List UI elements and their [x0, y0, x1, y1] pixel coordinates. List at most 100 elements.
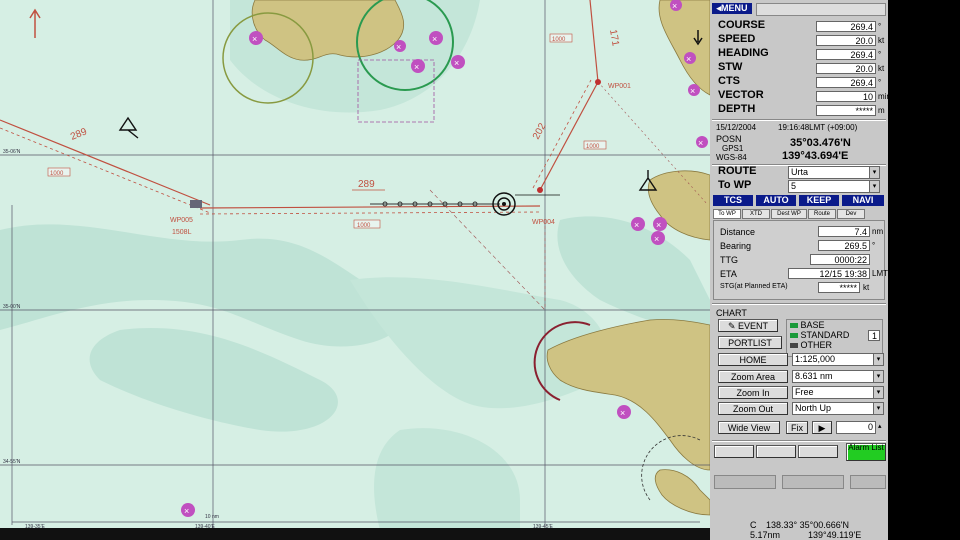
- vector-label: VECTOR: [718, 89, 764, 101]
- level-base[interactable]: BASE: [790, 320, 825, 330]
- menu-button[interactable]: ◂MENU: [712, 3, 752, 14]
- towp-select[interactable]: 5 ▾: [788, 180, 880, 193]
- bearing-unit: °: [872, 241, 876, 250]
- stg-unit: kt: [863, 283, 870, 292]
- zoom-in-button[interactable]: Zoom In: [718, 386, 788, 399]
- level-standard[interactable]: STANDARD: [790, 330, 849, 340]
- status-field: [714, 475, 776, 489]
- mode-auto-button[interactable]: AUTO: [756, 195, 796, 206]
- cts-label: CTS: [718, 75, 740, 87]
- fix-number: 0: [836, 421, 876, 434]
- mode-tcs-button[interactable]: TCS: [713, 195, 753, 206]
- screen-border: [888, 0, 960, 540]
- depth-value: *****: [816, 105, 876, 116]
- tab-dev[interactable]: Dev: [837, 209, 865, 219]
- vector-value[interactable]: 10: [816, 91, 876, 102]
- mode-navi-button[interactable]: NAVI: [842, 195, 884, 206]
- heading-value: 269.4: [816, 49, 876, 60]
- ttg-label: TTG: [720, 255, 738, 265]
- scale-label: 10 nm: [205, 514, 219, 520]
- dropdown-arrow-icon: ▾: [873, 371, 883, 382]
- svg-text:×: ×: [690, 86, 695, 96]
- status-field: [850, 475, 886, 489]
- svg-text:×: ×: [656, 220, 661, 230]
- soft-key-1[interactable]: [714, 445, 754, 458]
- own-ship-symbol: [502, 202, 506, 206]
- svg-text:×: ×: [654, 234, 659, 244]
- longitude-value: 139°43.694'E: [782, 150, 849, 162]
- waypoint-marker[interactable]: [190, 200, 202, 208]
- dropdown-arrow-icon: ▾: [873, 354, 883, 365]
- soft-key-2[interactable]: [756, 445, 796, 458]
- mode-keep-button[interactable]: KEEP: [799, 195, 839, 206]
- tab-route[interactable]: Route: [808, 209, 836, 219]
- heading-unit: °: [878, 50, 882, 59]
- lat-label: 34-55'N: [3, 459, 21, 465]
- portlist-button[interactable]: PORTLIST: [718, 336, 782, 349]
- play-button[interactable]: ▶: [812, 421, 832, 434]
- dropdown-arrow-icon: ▾: [869, 181, 879, 192]
- depth-label: DEPTH: [718, 103, 756, 115]
- course-label: COURSE: [718, 19, 766, 31]
- tab-dest-wp[interactable]: Dest WP: [771, 209, 807, 219]
- waypoint-marker[interactable]: [537, 187, 543, 193]
- range-select[interactable]: 8.631 nm ▾: [792, 370, 884, 383]
- soft-key-3[interactable]: [798, 445, 838, 458]
- speed-label: SPEED: [718, 33, 756, 45]
- tab-xtd[interactable]: XTD: [742, 209, 770, 219]
- stw-value: 20.0: [816, 63, 876, 74]
- speed-value: 20.0: [816, 35, 876, 46]
- dropdown-arrow-icon: ▾: [873, 403, 883, 414]
- cursor-line2: 139°49.119'E: [808, 530, 862, 540]
- motion-select[interactable]: Free ▾: [792, 386, 884, 399]
- waypoint-label: WP004: [532, 219, 555, 226]
- route-label: ROUTE: [718, 165, 757, 177]
- chart-box-text: 1000: [50, 171, 64, 177]
- ttg-value: 0000:22: [810, 254, 870, 265]
- waypoint-label: WP001: [608, 83, 631, 90]
- tab-to-wp[interactable]: To WP: [713, 209, 741, 219]
- stw-unit: kt: [878, 64, 885, 73]
- datum-label: WGS-84: [716, 153, 747, 162]
- wide-view-button[interactable]: Wide View: [718, 421, 780, 434]
- lat-label: 35-06'N: [3, 149, 21, 155]
- bearing-value: 269.5: [818, 240, 870, 251]
- alarm-list-button[interactable]: Alarm List: [846, 443, 886, 461]
- home-button[interactable]: HOME: [718, 353, 788, 366]
- zoom-area-button[interactable]: Zoom Area: [718, 370, 788, 383]
- eta-value: 12/15 19:38: [788, 268, 870, 279]
- stw-label: STW: [718, 61, 743, 73]
- navigation-panel: ◂MENU COURSE 269.4 ° SPEED 20.0 kt HEADI…: [710, 0, 888, 540]
- svg-text:×: ×: [252, 34, 257, 44]
- date-text: 15/12/2004: [716, 123, 757, 132]
- gps-label: GPS1: [722, 144, 744, 153]
- stepper-icon[interactable]: ▴: [878, 422, 882, 430]
- svg-text:×: ×: [634, 220, 639, 230]
- chart-section-label: CHART: [716, 308, 747, 318]
- waypoint-marker[interactable]: [595, 79, 601, 85]
- divider: [712, 303, 886, 305]
- eta-unit: LMT: [872, 269, 888, 278]
- dropdown-arrow-icon: ▾: [873, 387, 883, 398]
- vector-unit: min: [878, 92, 888, 101]
- bearing-label: Bearing: [720, 241, 752, 251]
- zoom-out-button[interactable]: Zoom Out: [718, 402, 788, 415]
- fix-button[interactable]: Fix: [786, 421, 808, 434]
- nautical-chart[interactable]: 35-06'N 35-00'N 34-55'N 139-35'E 139-40'…: [0, 0, 710, 530]
- event-button[interactable]: ✎ EVENT: [718, 319, 778, 332]
- level-color-icon: [790, 323, 798, 328]
- level-other[interactable]: OTHER: [790, 340, 832, 350]
- cursor-prefix: C: [750, 520, 757, 530]
- lat-label: 35-00'N: [3, 304, 21, 310]
- standard-number: 1: [868, 330, 880, 341]
- scale-select[interactable]: 1:125,000 ▾: [792, 353, 884, 366]
- towp-label: To WP: [718, 179, 752, 191]
- stg-value: *****: [818, 282, 860, 293]
- route-select[interactable]: Urta ▾: [788, 166, 880, 179]
- orientation-select[interactable]: North Up ▾: [792, 402, 884, 415]
- depth-unit: m: [878, 106, 885, 115]
- divider: [712, 440, 886, 442]
- svg-text:×: ×: [184, 506, 189, 516]
- distance-unit: nm: [872, 227, 884, 236]
- status-field: [782, 475, 844, 489]
